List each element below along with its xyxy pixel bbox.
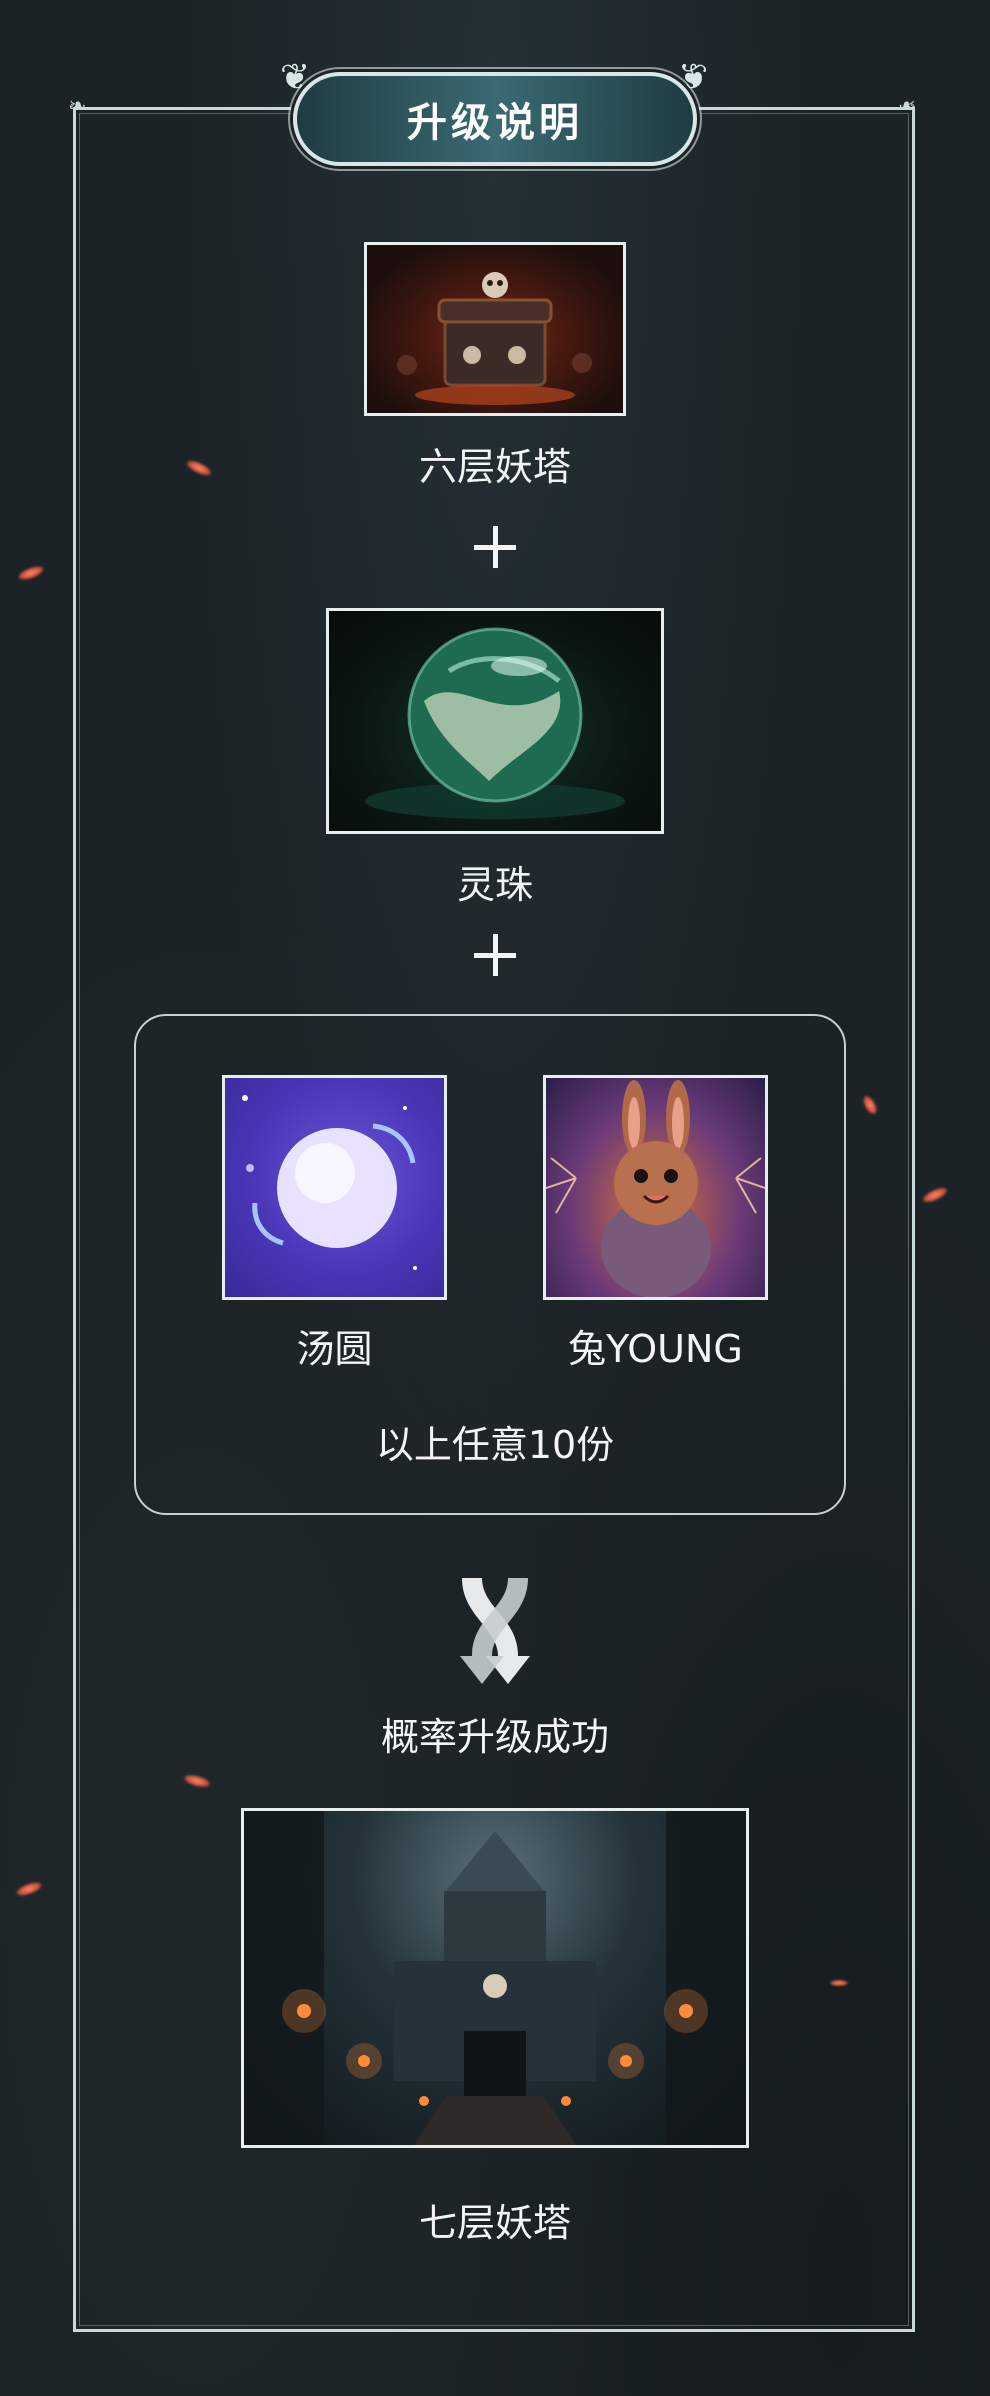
corner-ornament-icon: ❧ <box>68 94 87 119</box>
temple-icon <box>244 1811 746 2145</box>
tower-seven-image <box>241 1808 749 2148</box>
options-note: 以上任意10份 <box>375 1423 615 1467</box>
tangyuan-icon <box>242 1095 417 1270</box>
merge-arrows-icon <box>460 1578 530 1684</box>
title-badge: 升级说明 <box>293 72 697 166</box>
tangyuan-label: 汤圆 <box>296 1327 373 1371</box>
tower-six-image <box>364 242 626 416</box>
corner-ornament-icon: ❧ <box>898 94 917 119</box>
spirit-orb-image <box>326 608 664 834</box>
plus-icon <box>470 522 520 572</box>
rabbit-image <box>543 1075 768 1300</box>
tower-seven-label: 七层妖塔 <box>418 2201 571 2245</box>
tangyuan-image <box>222 1075 447 1300</box>
rabbit-label: 兔YOUNG <box>568 1327 743 1371</box>
tower-six-label: 六层妖塔 <box>418 445 571 489</box>
treasure-chest-icon <box>397 272 592 405</box>
result-note: 概率升级成功 <box>380 1715 609 1759</box>
spirit-orb-label: 灵珠 <box>456 863 533 907</box>
page-title: 升级说明 <box>407 99 583 146</box>
plus-icon <box>470 930 520 980</box>
jade-orb-icon <box>365 627 625 819</box>
rabbit-icon <box>546 1080 765 1297</box>
